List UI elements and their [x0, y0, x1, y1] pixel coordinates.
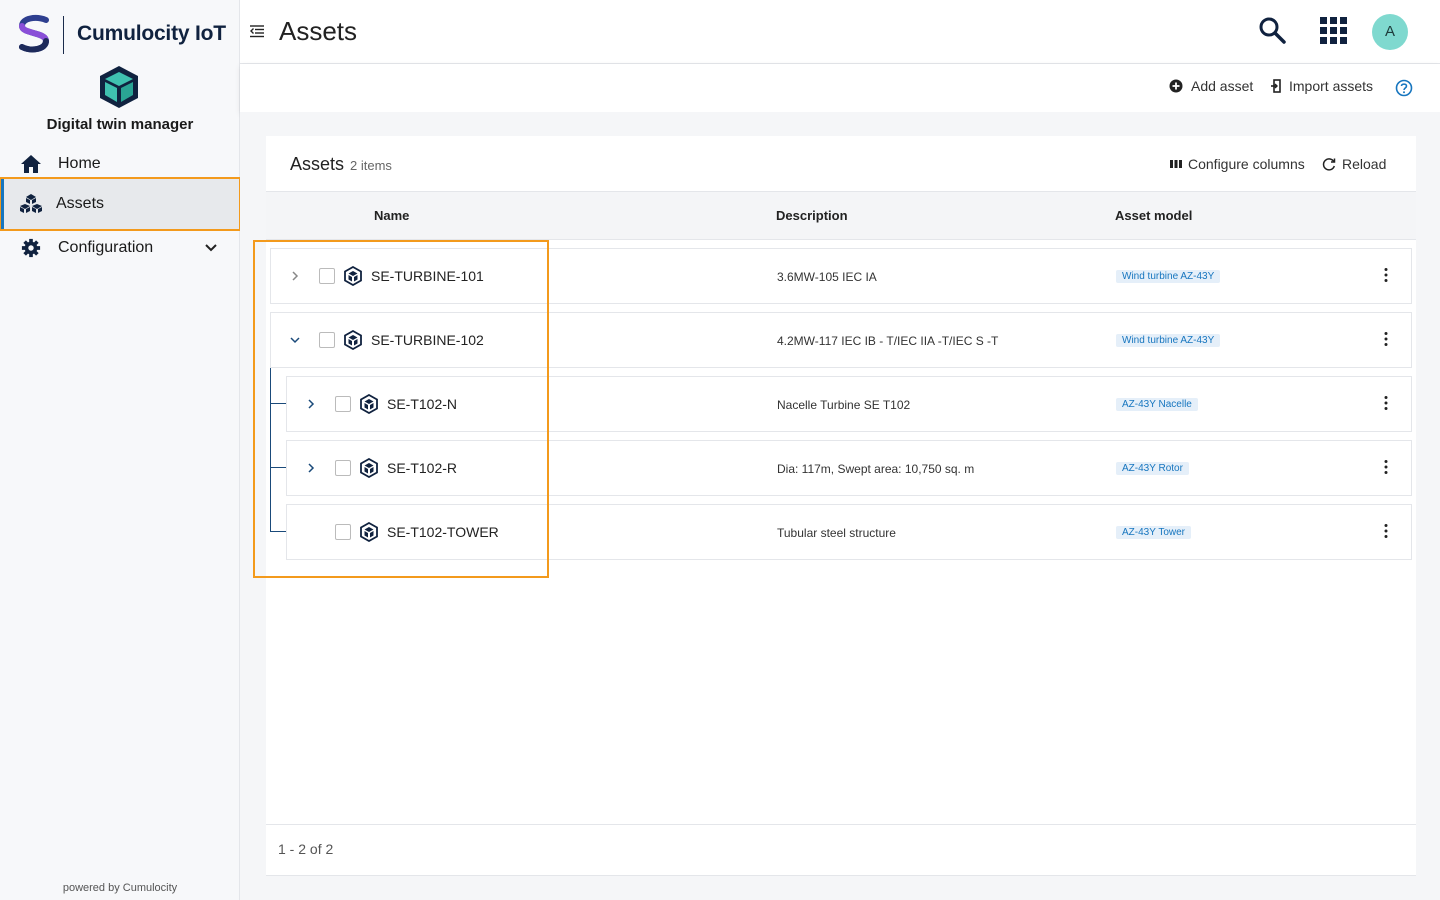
asset-cube-icon [344, 266, 362, 286]
sidebar: Cumulocity IoT Digital twin manager Home [0, 0, 241, 900]
import-assets-label: Import assets [1289, 78, 1374, 94]
more-actions-icon[interactable] [1383, 523, 1389, 539]
sidebar-item-label: Assets [56, 195, 105, 212]
more-actions-icon[interactable] [1383, 395, 1389, 411]
asset-name[interactable]: SE-T102-TOWER [387, 524, 499, 540]
chevron-down-icon[interactable] [204, 242, 218, 254]
pagination-info: 1 - 2 of 2 [278, 841, 334, 857]
search-icon[interactable] [1258, 16, 1286, 44]
chevron-right-icon[interactable] [289, 270, 301, 282]
row-checkbox[interactable] [319, 332, 335, 348]
reload-label: Reload [1342, 156, 1387, 172]
card-header: Assets 2 items Configure columns Reload [266, 136, 1416, 192]
asset-name[interactable]: SE-TURBINE-101 [371, 268, 484, 284]
table-row[interactable]: SE-TURBINE-102 4.2MW-117 IEC IB - T/IEC … [270, 312, 1412, 368]
asset-cube-icon [360, 458, 378, 478]
assets-cubes-icon [20, 194, 42, 213]
row-checkbox[interactable] [319, 268, 335, 284]
help-icon[interactable] [1395, 79, 1413, 97]
asset-name[interactable]: SE-TURBINE-102 [371, 332, 484, 348]
chevron-right-icon[interactable] [305, 462, 317, 474]
reload-icon [1322, 158, 1336, 171]
column-header-name[interactable]: Name [374, 208, 409, 223]
chevron-right-icon[interactable] [305, 398, 317, 410]
footer-divider [266, 875, 1416, 876]
footer-divider [266, 824, 1416, 825]
sidebar-item-label: Home [58, 155, 101, 172]
asset-description: Tubular steel structure [777, 526, 896, 540]
plus-circle-icon [1169, 79, 1183, 93]
asset-description: 3.6MW-105 IEC IA [777, 270, 877, 284]
action-bar: Add asset Import assets [240, 64, 1440, 112]
asset-model-badge: Wind turbine AZ-43Y [1116, 334, 1221, 347]
asset-name[interactable]: SE-T102-N [387, 396, 457, 412]
sidebar-item-assets[interactable]: Assets [0, 177, 241, 231]
more-actions-icon[interactable] [1383, 459, 1389, 475]
asset-cube-icon [344, 330, 362, 350]
menu-toggle-icon[interactable] [250, 24, 264, 38]
sidebar-item-configuration[interactable]: Configuration [0, 227, 240, 269]
column-header-description[interactable]: Description [776, 208, 848, 223]
brand: Cumulocity IoT [0, 0, 240, 64]
asset-description: Dia: 117m, Swept area: 10,750 sq. m [777, 462, 975, 476]
app-name: Digital twin manager [46, 116, 194, 133]
asset-cube-icon [360, 394, 378, 414]
header: Assets A [240, 0, 1440, 64]
asset-model-badge: AZ-43Y Nacelle [1116, 398, 1198, 411]
configure-columns-button[interactable]: Configure columns [1170, 156, 1305, 172]
user-avatar[interactable]: A [1372, 14, 1408, 50]
row-checkbox[interactable] [335, 524, 351, 540]
row-checkbox[interactable] [335, 460, 351, 476]
asset-cube-icon [360, 522, 378, 542]
item-count: 2 items [350, 158, 392, 173]
asset-model-badge: AZ-43Y Rotor [1116, 462, 1189, 475]
asset-name[interactable]: SE-T102-R [387, 460, 457, 476]
table-row[interactable]: SE-T102-N Nacelle Turbine SE T102 AZ-43Y… [286, 376, 1412, 432]
card-title: Assets [290, 154, 345, 174]
tree-connector [270, 467, 286, 468]
asset-model-badge: Wind turbine AZ-43Y [1116, 270, 1221, 283]
chevron-down-icon[interactable] [289, 334, 301, 346]
tree-connector [270, 531, 286, 532]
table-header: Name Description Asset model [266, 192, 1416, 240]
columns-icon [1170, 160, 1182, 168]
cumulocity-logo-icon [18, 15, 50, 53]
configure-columns-label: Configure columns [1188, 156, 1305, 172]
gear-icon [21, 238, 41, 258]
reload-button[interactable]: Reload [1322, 156, 1386, 172]
asset-description: 4.2MW-117 IEC IB - T/IEC IIA -T/IEC S -T [777, 334, 999, 348]
page-title: Assets [279, 16, 358, 46]
add-asset-label: Add asset [1191, 78, 1254, 94]
import-icon [1271, 79, 1281, 93]
app-switcher-grid-icon[interactable] [1320, 17, 1348, 45]
table-row[interactable]: SE-T102-TOWER Tubular steel structure AZ… [286, 504, 1412, 560]
more-actions-icon[interactable] [1383, 267, 1389, 283]
more-actions-icon[interactable] [1383, 331, 1389, 347]
digital-twin-cube-icon [100, 66, 138, 108]
table-row[interactable]: SE-TURBINE-101 3.6MW-105 IEC IA Wind tur… [270, 248, 1412, 304]
brand-separator [63, 16, 64, 54]
column-header-asset-model[interactable]: Asset model [1115, 208, 1192, 223]
home-icon [21, 155, 41, 173]
import-assets-button[interactable]: Import assets [1271, 78, 1373, 94]
asset-description: Nacelle Turbine SE T102 [777, 398, 911, 412]
asset-model-badge: AZ-43Y Tower [1116, 526, 1191, 539]
tree-connector [270, 403, 286, 404]
table-row[interactable]: SE-T102-R Dia: 117m, Swept area: 10,750 … [286, 440, 1412, 496]
brand-title: Cumulocity IoT [77, 22, 226, 45]
sidebar-item-label: Configuration [58, 239, 154, 256]
powered-by: powered by Cumulocity [62, 882, 178, 894]
row-checkbox[interactable] [335, 396, 351, 412]
add-asset-button[interactable]: Add asset [1169, 78, 1253, 94]
